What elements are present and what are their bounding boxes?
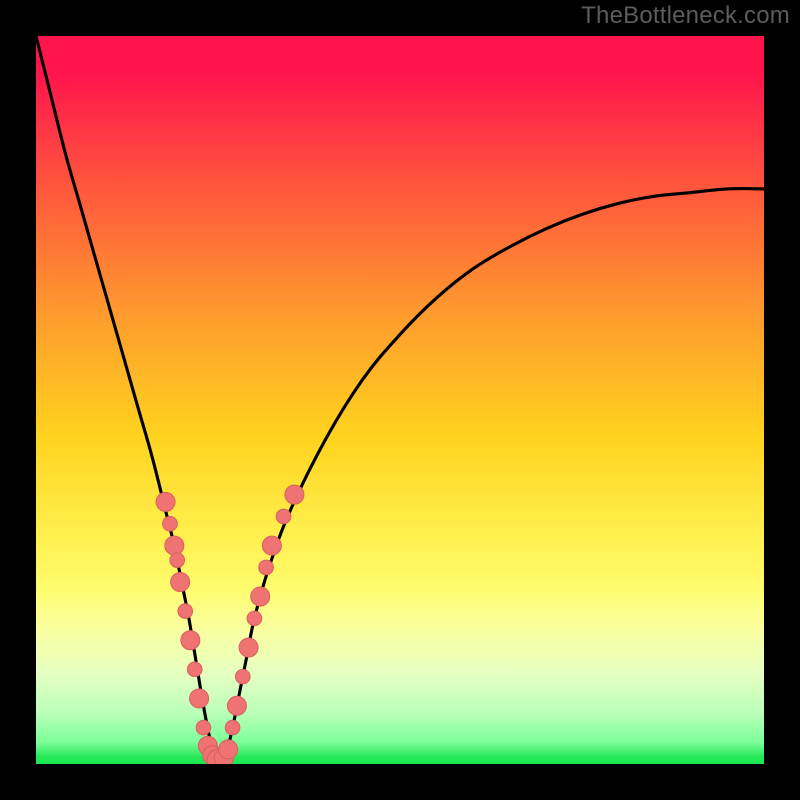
- scatter-point: [247, 611, 262, 626]
- scatter-point: [235, 669, 250, 684]
- plot-area: [36, 36, 764, 764]
- scatter-point: [225, 720, 240, 735]
- scatter-point: [259, 560, 274, 575]
- scatter-point: [181, 631, 200, 650]
- curve-layer: [36, 36, 764, 764]
- scatter-point: [219, 740, 238, 759]
- scatter-point: [276, 509, 291, 524]
- scatter-point: [262, 536, 281, 555]
- scatter-point: [171, 573, 190, 592]
- scatter-point: [190, 689, 209, 708]
- scatter-point: [156, 492, 175, 511]
- scatter-point: [251, 587, 270, 606]
- bottleneck-curve: [36, 36, 764, 764]
- scatter-point: [187, 662, 202, 677]
- scatter-point: [170, 553, 185, 568]
- watermark-label: TheBottleneck.com: [581, 2, 790, 30]
- scatter-point: [196, 720, 211, 735]
- chart-frame: TheBottleneck.com: [0, 0, 800, 800]
- scatter-point: [165, 536, 184, 555]
- scatter-point: [285, 485, 304, 504]
- scatter-point: [239, 638, 258, 657]
- scatter-point: [227, 696, 246, 715]
- scatter-point: [163, 516, 178, 531]
- scatter-point: [178, 604, 193, 619]
